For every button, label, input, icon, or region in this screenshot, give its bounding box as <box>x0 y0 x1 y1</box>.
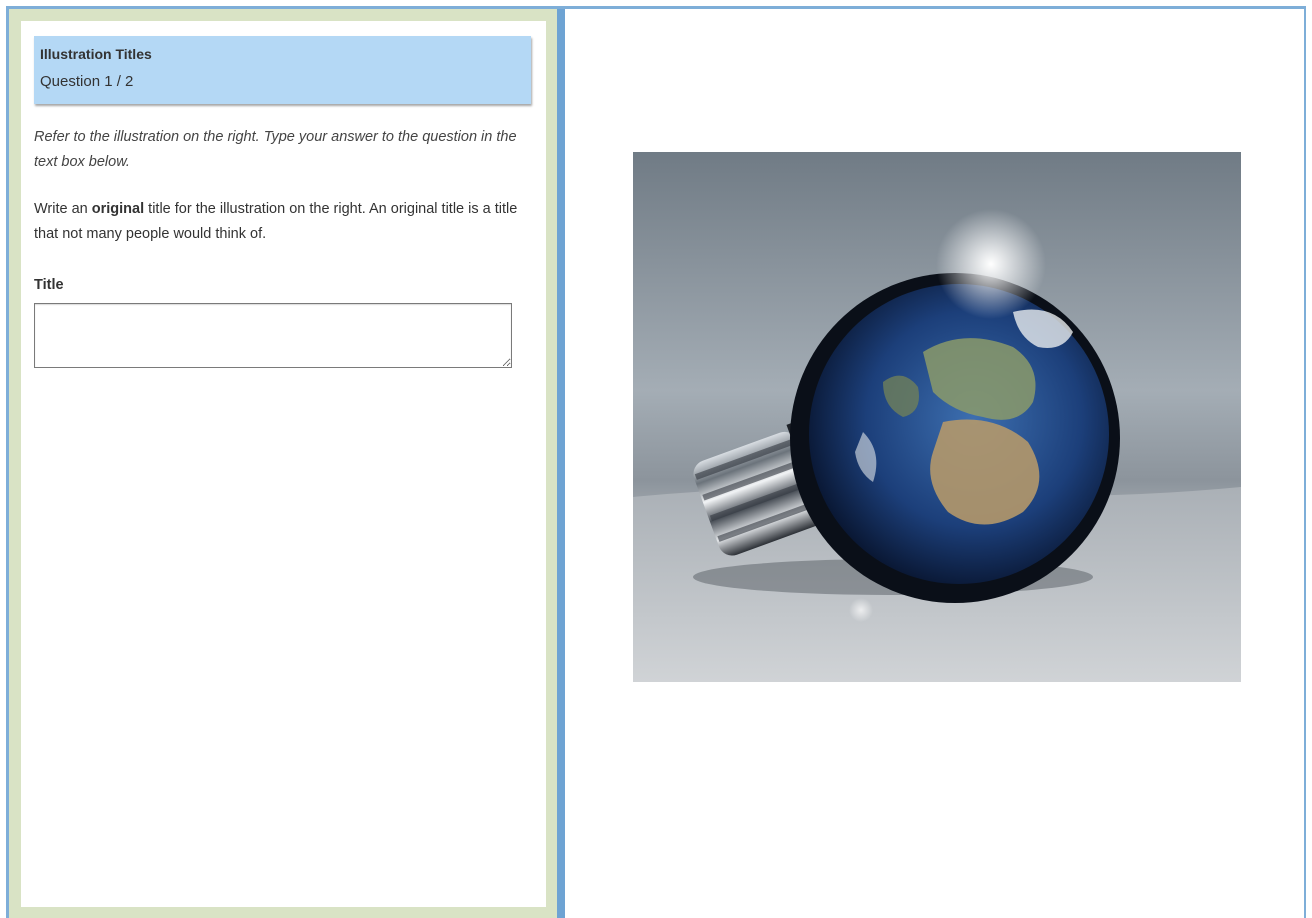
question-text: Write an original title for the illustra… <box>34 197 534 247</box>
panel-divider[interactable] <box>557 9 565 918</box>
question-text-part1: Write an <box>34 201 92 217</box>
question-panel-content: Illustration Titles Question 1 / 2 Refer… <box>21 21 546 907</box>
section-title: Illustration Titles <box>40 46 152 62</box>
title-field-label: Title <box>34 277 64 293</box>
question-panel: Illustration Titles Question 1 / 2 Refer… <box>9 9 557 918</box>
question-counter: Question 1 / 2 <box>40 73 134 90</box>
lightbulb-earth-illustration <box>633 152 1241 682</box>
question-emphasis: original <box>91 201 145 217</box>
title-input[interactable] <box>34 303 512 368</box>
question-header: Illustration Titles Question 1 / 2 <box>34 36 531 104</box>
instructions-text: Refer to the illustration on the right. … <box>34 129 517 170</box>
